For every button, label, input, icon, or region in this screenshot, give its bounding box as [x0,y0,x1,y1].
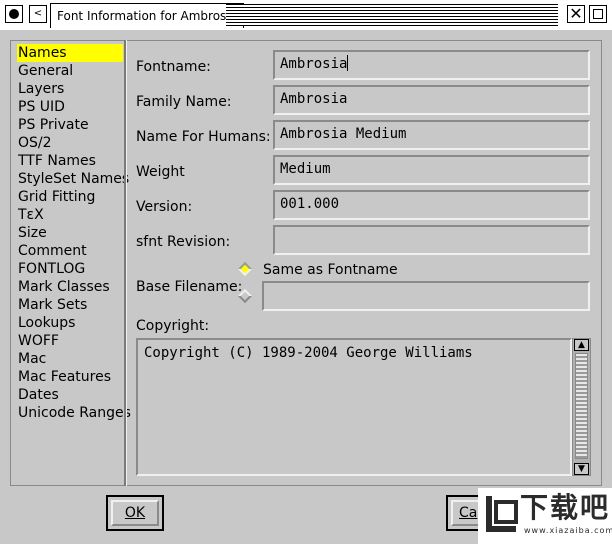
watermark-logo-icon [486,496,518,532]
sidebar: Names General Layers PS UID PS Private O… [10,40,131,486]
title-bar: < Font Information for Ambrosia ✕ [0,0,612,31]
scroll-down-icon[interactable]: ▼ [574,463,589,475]
sfnt-revision-field[interactable] [273,225,590,255]
fontname-field[interactable]: Ambrosia [273,50,590,80]
sidebar-item-comment[interactable]: Comment [17,242,123,260]
name-for-humans-label: Name For Humans: [136,129,271,145]
sfnt-revision-label: sfnt Revision: [136,234,231,250]
sidebar-divider [124,40,127,486]
family-name-label: Family Name: [136,94,232,110]
sidebar-item-ttf-names[interactable]: TTF Names [17,152,123,170]
sidebar-item-mac[interactable]: Mac [17,350,123,368]
window-menu-icon[interactable]: < [29,5,47,23]
sidebar-item-lookups[interactable]: Lookups [17,314,123,332]
window-title: Font Information for Ambrosia [50,3,244,28]
ok-button-label: OK [124,505,146,521]
scroll-up-icon[interactable]: ▲ [574,339,589,351]
menu-glyph: < [33,8,43,19]
maximize-icon[interactable] [589,5,607,23]
sidebar-item-styleset-names[interactable]: StyleSet Names [17,170,129,188]
version-label: Version: [136,199,193,215]
sidebar-item-layers[interactable]: Layers [17,80,123,98]
sidebar-item-mark-sets[interactable]: Mark Sets [17,296,123,314]
close-glyph: ✕ [569,4,583,23]
sidebar-item-mac-features[interactable]: Mac Features [17,368,123,386]
weight-label: Weight [136,164,185,180]
copyright-textarea[interactable]: Copyright (C) 1989-2004 George Williams [136,338,572,476]
sidebar-item-woff[interactable]: WOFF [17,332,123,350]
close-icon[interactable]: ✕ [567,5,585,23]
title-bar-stripes[interactable] [226,4,558,26]
dialog-body: Names General Layers PS UID PS Private O… [0,30,612,544]
sidebar-item-size[interactable]: Size [17,224,123,242]
watermark-text: 下载吧 [520,491,611,524]
text-cursor [347,55,349,71]
window-close-dot-icon[interactable] [5,5,23,23]
sidebar-item-fontlog[interactable]: FONTLOG [17,260,123,278]
sidebar-item-dates[interactable]: Dates [17,386,123,404]
watermark-subtext: www.xiazaiba.com [524,526,612,535]
name-for-humans-field[interactable]: Ambrosia Medium [273,120,590,150]
scroll-thumb[interactable] [575,353,588,459]
same-as-fontname-label[interactable]: Same as Fontname [263,261,398,279]
base-filename-field[interactable] [262,281,590,311]
version-field[interactable]: 001.000 [273,190,590,220]
family-name-field[interactable]: Ambrosia [273,85,590,115]
sidebar-item-names[interactable]: Names [17,44,123,62]
watermark: 下载吧 www.xiazaiba.com [478,488,612,544]
weight-field[interactable]: Medium [273,155,590,185]
fontname-label: Fontname: [136,59,211,75]
sidebar-item-ps-private[interactable]: PS Private [17,116,123,134]
ok-button[interactable]: OK [106,495,164,531]
cancel-button-label: Ca [459,505,478,521]
fontname-value: Ambrosia [280,56,348,72]
copyright-scrollbar[interactable]: ▲ ▼ [572,338,591,476]
sidebar-item-mark-classes[interactable]: Mark Classes [17,278,123,296]
copyright-label: Copyright: [136,318,210,334]
sidebar-item-ps-uid[interactable]: PS UID [17,98,123,116]
sidebar-item-unicode-ranges[interactable]: Unicode Ranges [17,404,131,422]
sidebar-item-tex[interactable]: TεX [17,206,123,224]
sidebar-item-os2[interactable]: OS/2 [17,134,123,152]
sidebar-item-general[interactable]: General [17,62,123,80]
sidebar-item-grid-fitting[interactable]: Grid Fitting [17,188,123,206]
base-filename-label: Base Filename: [136,279,243,295]
